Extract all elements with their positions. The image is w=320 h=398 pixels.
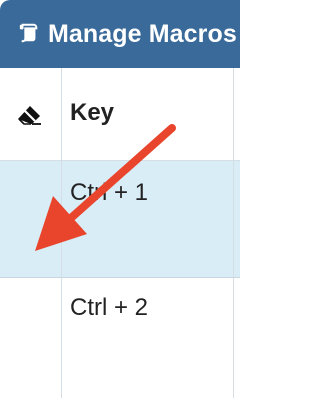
- table-row[interactable]: Ctrl + 1: [0, 161, 240, 278]
- table-row[interactable]: Ctrl + 2: [0, 278, 240, 398]
- column-divider: [61, 68, 62, 398]
- eraser-icon[interactable]: [16, 104, 42, 126]
- column-divider: [233, 68, 234, 398]
- title-bar: Manage Macros: [0, 0, 240, 68]
- macros-table: Key Ctrl + 1 Ctrl + 2: [0, 68, 240, 398]
- manage-macros-window: Manage Macros Key Ctrl + 1 Ctrl + 2: [0, 0, 240, 398]
- table-header-row: Key: [0, 68, 240, 161]
- macro-key-cell: Ctrl + 1: [70, 179, 149, 206]
- scroll-icon: [18, 22, 40, 44]
- macro-key-cell: Ctrl + 2: [70, 294, 149, 321]
- window-title: Manage Macros: [48, 19, 237, 48]
- column-header-key[interactable]: Key: [70, 99, 114, 127]
